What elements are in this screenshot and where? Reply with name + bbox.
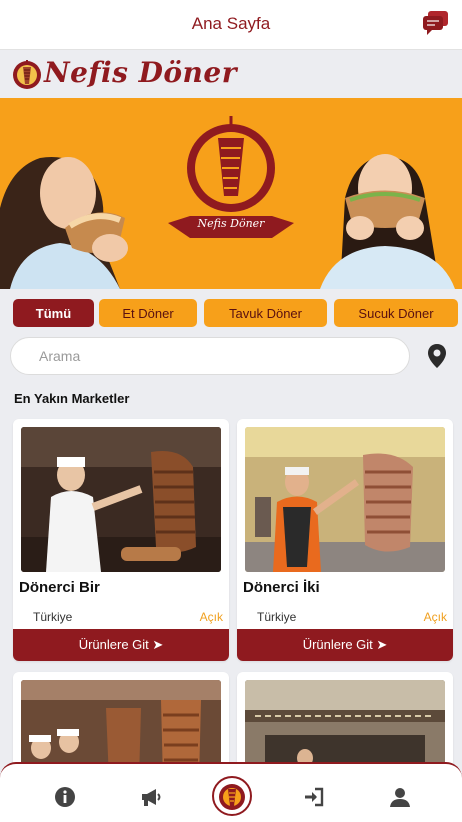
store-status: Açık (199, 610, 223, 624)
filter-all[interactable]: Tümü (13, 299, 94, 327)
chat-icon[interactable] (422, 10, 450, 36)
store-country: Türkiye (257, 610, 297, 624)
banner-logo-text: Nefis Döner (197, 217, 265, 230)
banner-image (0, 116, 455, 289)
go-to-products-button[interactable]: Ürünlere Git ➤ (13, 629, 229, 661)
filter-tavuk-doner[interactable]: Tavuk Döner (204, 299, 327, 327)
brand-bar: Nefis Döner (0, 50, 462, 98)
store-photo (21, 427, 221, 572)
sign-in-icon[interactable] (303, 786, 325, 808)
search-input[interactable] (11, 338, 409, 374)
search-bar (10, 337, 410, 375)
store-name: Dönerci İki (243, 579, 320, 596)
home-logo-icon[interactable] (212, 776, 252, 816)
section-title: En Yakın Marketler (14, 391, 130, 406)
store-card[interactable]: Dönerci Bir Türkiye Açık Ürünlere Git ➤ (13, 419, 229, 661)
megaphone-icon[interactable] (140, 786, 162, 808)
category-filters: Tümü Et Döner Tavuk Döner Sucuk Döner (0, 299, 462, 327)
promo-banner[interactable]: Nefis Döner (0, 98, 462, 289)
filter-sucuk-doner[interactable]: Sucuk Döner (334, 299, 458, 327)
top-bar: Ana Sayfa (0, 0, 462, 50)
doner-logo-icon (13, 60, 41, 89)
filter-et-doner[interactable]: Et Döner (99, 299, 197, 327)
store-country: Türkiye (33, 610, 73, 624)
brand-name: Nefis Döner (44, 56, 237, 89)
store-card[interactable]: Dönerci İki Türkiye Açık Ürünlere Git ➤ (237, 419, 453, 661)
page-title: Ana Sayfa (191, 14, 271, 33)
store-photo (245, 427, 445, 572)
bottom-navigation (0, 762, 462, 822)
store-name: Dönerci Bir (19, 579, 100, 596)
right-person-illustration (320, 154, 455, 289)
user-icon[interactable] (389, 786, 411, 808)
go-to-products-button[interactable]: Ürünlere Git ➤ (237, 629, 453, 661)
store-status: Açık (423, 610, 447, 624)
location-pin-icon[interactable] (427, 343, 447, 369)
info-icon[interactable] (54, 786, 76, 808)
left-person-illustration (0, 157, 128, 289)
